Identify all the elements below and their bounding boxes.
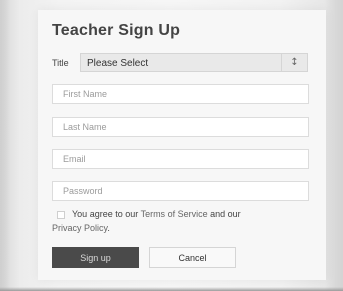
title-label: Title bbox=[52, 58, 69, 68]
first-name-input[interactable] bbox=[52, 84, 309, 104]
title-select[interactable]: Please Select ↕ bbox=[80, 53, 308, 72]
privacy-policy-link[interactable]: Privacy Policy bbox=[52, 223, 107, 233]
form-title: Teacher Sign Up bbox=[52, 22, 181, 39]
agreement-middle: and our bbox=[207, 209, 241, 219]
last-name-input[interactable] bbox=[52, 117, 309, 137]
title-select-value: Please Select bbox=[87, 58, 149, 69]
sign-up-button[interactable]: Sign up bbox=[52, 247, 139, 268]
agreement-checkbox[interactable] bbox=[57, 211, 65, 219]
agreement-prefix: You agree to our bbox=[72, 209, 141, 219]
background-shadow-right bbox=[325, 0, 343, 291]
cancel-button[interactable]: Cancel bbox=[149, 247, 236, 268]
agreement-text-line-2: Privacy Policy. bbox=[52, 223, 302, 233]
email-input[interactable] bbox=[52, 149, 309, 169]
up-down-arrows-icon: ↕ bbox=[281, 54, 307, 71]
teacher-signup-panel bbox=[38, 10, 326, 280]
agreement-suffix: . bbox=[107, 223, 110, 233]
background-shadow-left bbox=[0, 0, 10, 291]
terms-of-service-link[interactable]: Terms of Service bbox=[141, 209, 208, 219]
password-input[interactable] bbox=[52, 181, 309, 201]
agreement-text-line-1: You agree to our Terms of Service and ou… bbox=[72, 209, 312, 219]
background-bottom-shadow bbox=[0, 287, 343, 291]
